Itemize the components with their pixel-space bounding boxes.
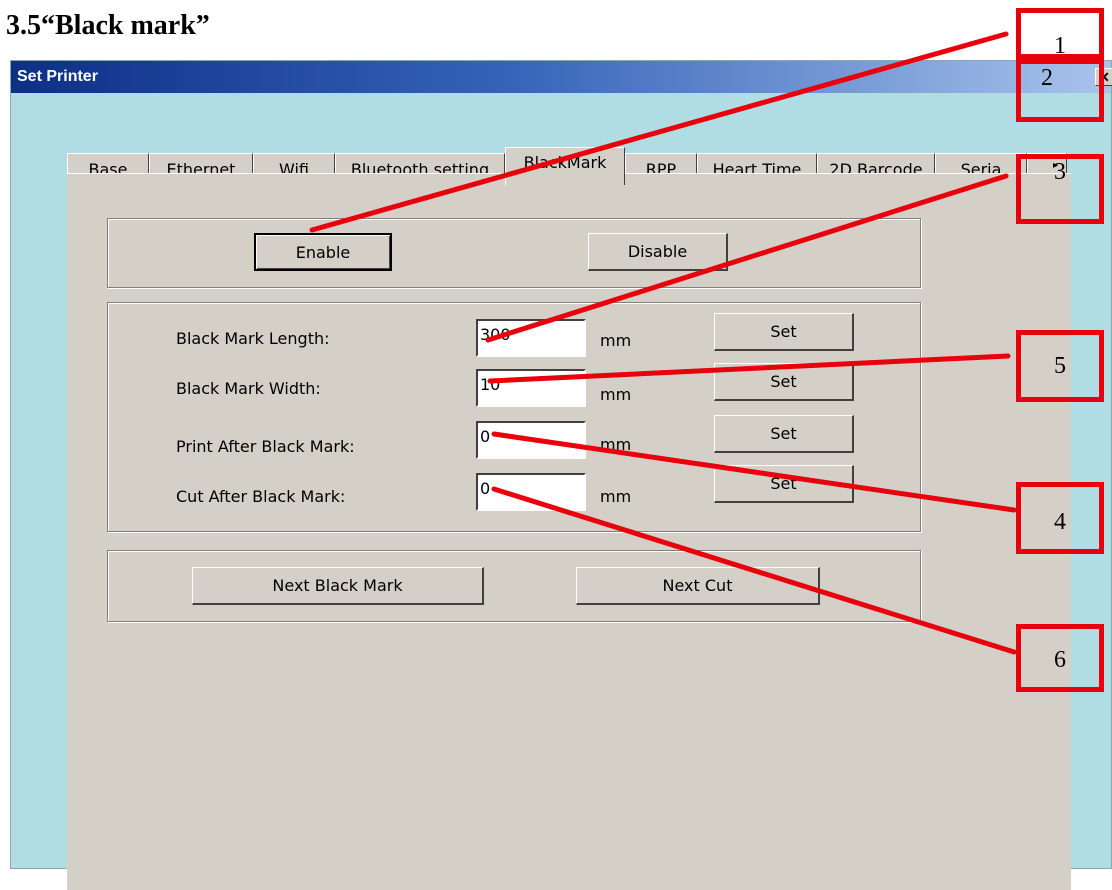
callout-6: 6 [1016,624,1104,692]
pointer-line-3 [485,173,1009,343]
pointer-line-4 [491,431,1017,513]
annotation-pointers [309,31,1017,655]
callout-2: 2 [1016,54,1104,122]
pointer-line-6 [491,486,1017,655]
pointer-line-1 [309,31,1009,233]
pointer-line-5 [487,353,1011,384]
callout-3: 3 [1016,154,1104,224]
callout-4: 4 [1016,482,1104,554]
callout-5: 5 [1016,330,1104,402]
